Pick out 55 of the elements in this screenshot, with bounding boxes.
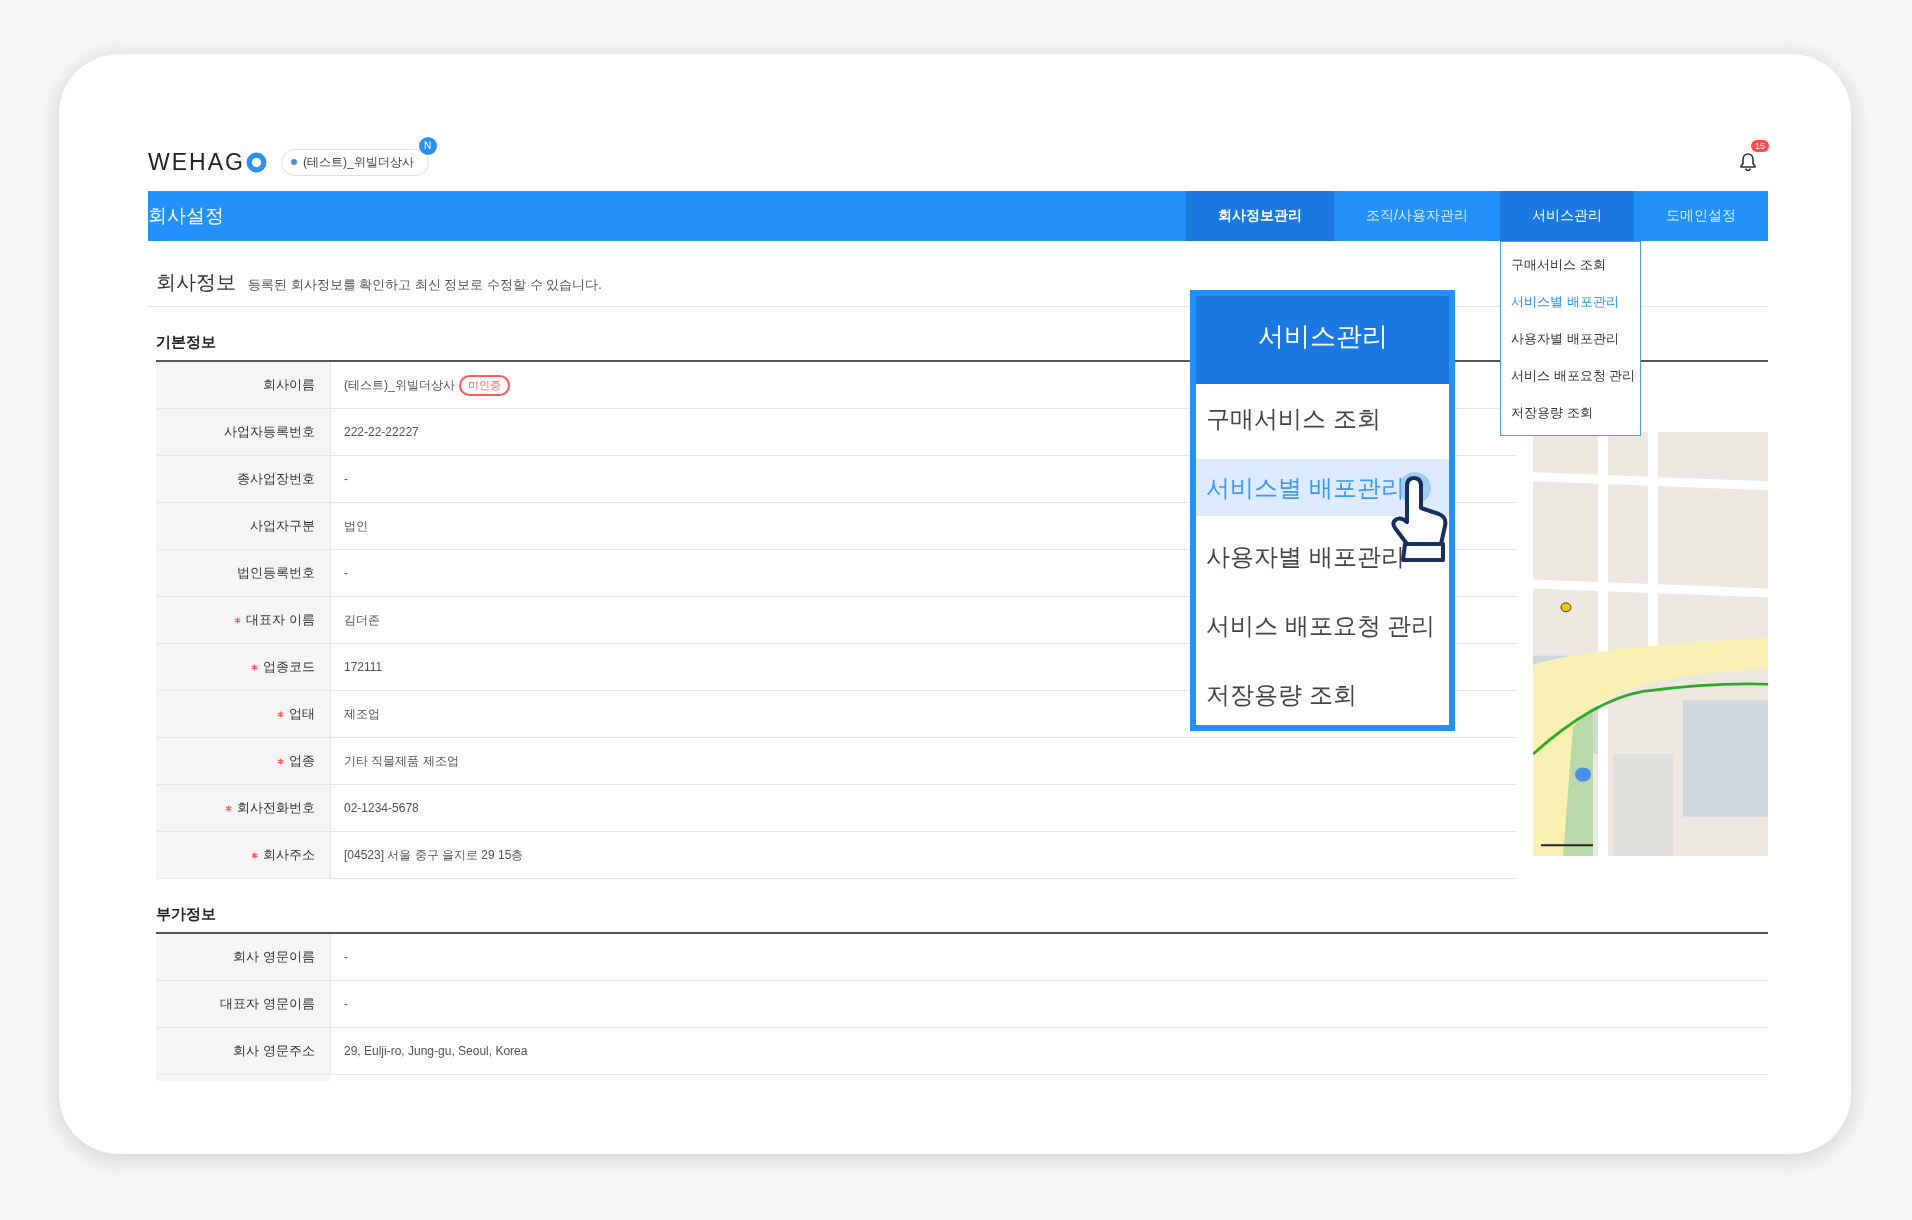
value-text: 김더존: [344, 611, 380, 629]
zoomed-menu-item[interactable]: 서비스 배포요청 관리: [1196, 597, 1449, 654]
label-text: 사업자구분: [250, 517, 315, 535]
value-text: -: [344, 997, 348, 1011]
zoomed-menu-item[interactable]: 구매서비스 조회: [1196, 390, 1449, 447]
page-title: 회사정보: [156, 270, 236, 295]
label-text: 법인등록번호: [237, 564, 315, 582]
value-text: -: [344, 472, 348, 486]
label-text: 회사 영문주소: [233, 1042, 315, 1060]
new-badge: N: [418, 136, 437, 155]
value-text: 기타 직물제품 제조업: [344, 752, 459, 770]
menu-item[interactable]: 사용자별 배포관리: [1501, 320, 1640, 357]
zoomed-menu-title: 서비스관리: [1196, 296, 1449, 384]
asterisk-icon: [277, 710, 284, 718]
zoomed-menu-item[interactable]: 사용자별 배포관리: [1196, 528, 1449, 585]
zoomed-menu-item[interactable]: 저장용량 조회: [1196, 666, 1449, 723]
menu-item[interactable]: 서비스 배포요청 관리: [1501, 357, 1640, 394]
label-text: 대표자 이름: [246, 611, 315, 629]
logo-text[interactable]: WEHAG: [148, 148, 245, 176]
value-text: (테스트)_위빌더상사: [344, 376, 455, 394]
asterisk-icon: [234, 616, 242, 624]
section-title: 부가정보: [156, 905, 216, 924]
value-text: [04523] 서울 중구 을지로 29 15층: [344, 846, 524, 864]
menu-item[interactable]: 구매서비스 조회: [1501, 246, 1640, 283]
label-text: 업종: [289, 752, 315, 770]
label-text: 업태: [289, 705, 315, 723]
label-text: 사업자등록번호: [224, 423, 315, 441]
label-text: 종사업장번호: [237, 470, 315, 488]
value-text: -: [344, 950, 348, 964]
notification-badge: 15: [1751, 140, 1769, 152]
value-text: 172111: [344, 660, 383, 674]
label-text: 회사주소: [263, 846, 315, 864]
asterisk-icon: [277, 757, 284, 765]
page-section-title: 회사설정: [148, 204, 225, 228]
label-text: 회사이름: [263, 376, 315, 394]
value-text: -: [344, 566, 348, 580]
asterisk-icon: [251, 851, 258, 859]
menu-item[interactable]: 저장용량 조회: [1501, 394, 1640, 431]
section-title: 기본정보: [156, 333, 216, 352]
label-text: 회사전화번호: [237, 799, 315, 817]
status-badge: 미인증: [458, 374, 510, 396]
value-text: 29, Eulji-ro, Jung-gu, Seoul, Korea: [344, 1044, 528, 1058]
asterisk-icon: [251, 663, 258, 671]
nav-tab[interactable]: 회사정보관리: [1186, 191, 1335, 241]
bell-icon[interactable]: [1738, 152, 1758, 172]
value-text: 법인: [344, 517, 368, 535]
value-text: 제조업: [344, 705, 380, 723]
asterisk-icon: [225, 804, 232, 812]
page-description: 등록된 회사정보를 확인하고 최신 정보로 수정할 수 있습니다.: [248, 276, 602, 294]
label-text: 대표자 영문이름: [220, 995, 315, 1013]
ring-logo-icon: [245, 151, 267, 173]
value-text: 222-22-22227: [344, 425, 419, 439]
label-text: 회사 영문이름: [233, 948, 315, 966]
label-text: 업종코드: [263, 658, 315, 676]
value-text: 02-1234-5678: [344, 801, 419, 815]
